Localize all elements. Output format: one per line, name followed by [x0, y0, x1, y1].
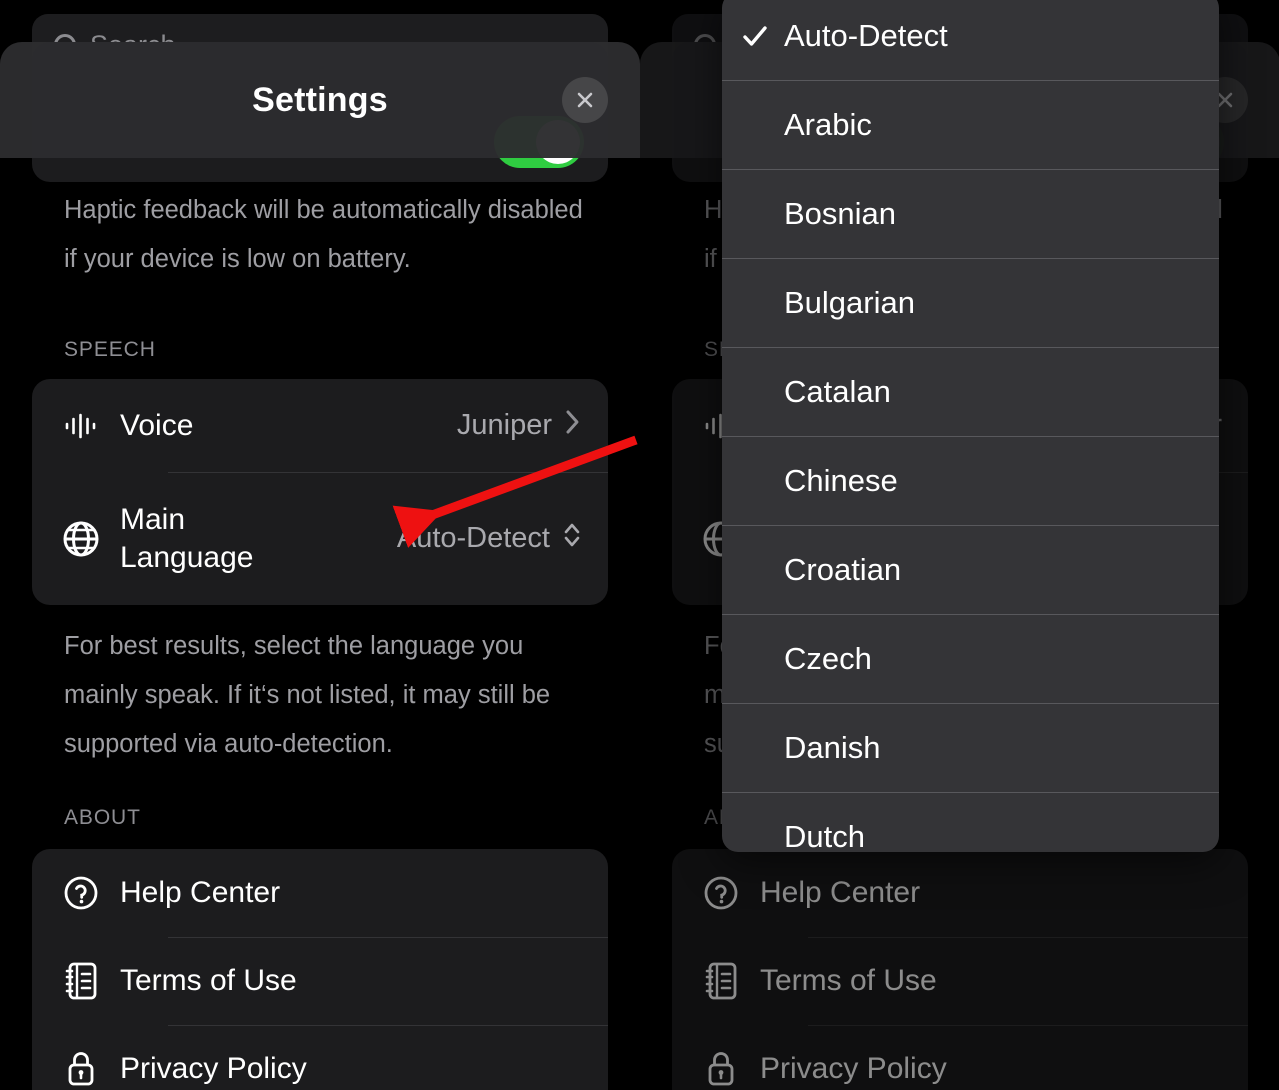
- about-label-terms-of-use: Terms of Use: [120, 964, 297, 997]
- dropdown-option-catalan[interactable]: Catalan: [722, 348, 1219, 436]
- about-label-help-center: Help Center: [120, 876, 281, 909]
- screenshot-stage: Search Settings Haptic feedback will be …: [0, 0, 1279, 1090]
- row-voice-value: Juniper: [456, 409, 552, 441]
- about-row-terms-of-use[interactable]: Terms of Use: [32, 937, 608, 1025]
- section-header-about: ABOUT: [64, 806, 141, 829]
- language-dropdown-menu[interactable]: Auto-Detect Arabic Bosnian Bulgarian Cat…: [722, 0, 1219, 852]
- row-voice-label: Voice: [120, 408, 194, 442]
- row-voice[interactable]: Voice Juniper: [32, 379, 608, 472]
- row-main-language-value-group[interactable]: Auto-Detect: [397, 518, 582, 560]
- page-title: Settings: [252, 80, 388, 119]
- about-card: Help Center Terms of Use Privacy Policy: [32, 849, 608, 1090]
- dropdown-option-label: Danish: [784, 730, 881, 765]
- speech-card: Voice Juniper Main Language Auto-Detect: [32, 379, 608, 605]
- dropdown-option-label: Catalan: [784, 374, 891, 409]
- about-label-privacy-policy: Privacy Policy: [120, 1052, 307, 1085]
- lock-icon: [58, 1048, 104, 1090]
- chevron-right-icon: [564, 407, 582, 445]
- settings-sheet-left: Search Settings Haptic feedback will be …: [0, 0, 640, 1090]
- dropdown-option-label: Bosnian: [784, 196, 897, 231]
- question-circle-icon: [58, 873, 104, 913]
- dropdown-option-danish[interactable]: Danish: [722, 704, 1219, 792]
- row-main-language-label: Main Language: [120, 502, 254, 574]
- about-row-help-center[interactable]: Help Center: [32, 849, 608, 937]
- globe-icon: [58, 518, 104, 560]
- row-voice-value-group: Juniper: [457, 407, 582, 445]
- dropdown-option-label: Bulgarian: [784, 285, 915, 320]
- sheet-header: Settings: [0, 42, 640, 158]
- dropdown-option-bulgarian[interactable]: Bulgarian: [722, 259, 1219, 347]
- dropdown-option-dutch[interactable]: Dutch: [722, 793, 1219, 852]
- dropdown-option-label: Dutch: [784, 819, 865, 852]
- language-footnote: For best results, select the language yo…: [64, 632, 551, 758]
- waveform-icon: [58, 411, 104, 441]
- right-phone-panel: Search Settings Haptic feedback will be …: [640, 0, 1279, 1090]
- dropdown-option-czech[interactable]: Czech: [722, 615, 1219, 703]
- haptic-footnote: Haptic feedback will be automatically di…: [64, 196, 583, 273]
- left-phone-panel: Search Settings Haptic feedback will be …: [0, 0, 640, 1090]
- dropdown-option-label: Croatian: [784, 552, 902, 587]
- dropdown-option-label: Arabic: [784, 107, 872, 142]
- close-icon[interactable]: [562, 77, 608, 123]
- chevron-up-down-icon[interactable]: [562, 518, 582, 560]
- dropdown-option-chinese[interactable]: Chinese: [722, 437, 1219, 525]
- dropdown-option-bosnian[interactable]: Bosnian: [722, 170, 1219, 258]
- section-header-speech: SPEECH: [64, 338, 156, 361]
- settings-sheet-right: Search Settings Haptic feedback will be …: [640, 0, 1279, 1090]
- about-row-privacy-policy[interactable]: Privacy Policy: [32, 1025, 608, 1090]
- dropdown-option-label: Chinese: [784, 463, 898, 498]
- dropdown-option-arabic[interactable]: Arabic: [722, 81, 1219, 169]
- dropdown-option-label: Czech: [784, 641, 872, 676]
- dropdown-option-label: Auto-Detect: [784, 18, 948, 53]
- dropdown-option-auto-detect[interactable]: Auto-Detect: [722, 0, 1219, 80]
- row-main-language-value: Auto-Detect: [396, 522, 550, 554]
- document-icon: [58, 960, 104, 1002]
- row-main-language[interactable]: Main Language Auto-Detect: [32, 472, 608, 605]
- check-icon: [738, 19, 772, 53]
- dropdown-option-croatian[interactable]: Croatian: [722, 526, 1219, 614]
